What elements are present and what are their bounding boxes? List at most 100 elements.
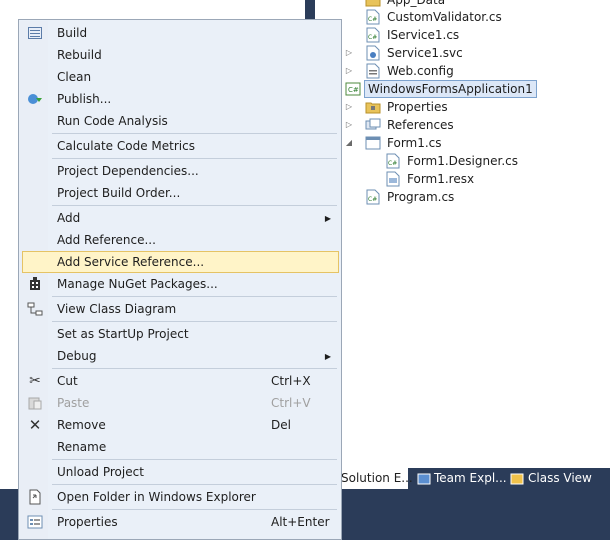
menu-item-label: View Class Diagram (57, 302, 177, 316)
folder-icon (365, 0, 381, 8)
menu-item-project-dependencies[interactable]: Project Dependencies... (22, 160, 339, 182)
menu-item-properties[interactable]: Properties Alt+Enter (22, 511, 339, 533)
references-icon (365, 117, 381, 133)
menu-item-label: Debug (57, 349, 97, 363)
tree-item-program[interactable]: C# Program.cs (365, 188, 457, 206)
submenu-arrow-icon: ▶ (324, 213, 331, 223)
team-explorer-icon (417, 471, 431, 487)
tree-item-label: Form1.resx (407, 172, 475, 186)
submenu-arrow-icon: ▶ (324, 351, 331, 361)
menu-item-shortcut: Alt+Enter (271, 515, 330, 529)
menu-item-shortcut: Ctrl+V (271, 396, 311, 410)
tree-item-form1[interactable]: ◢ Form1.cs (343, 134, 445, 152)
menu-item-shortcut: Del (271, 418, 291, 432)
menu-item-set-startup[interactable]: Set as StartUp Project (22, 323, 339, 345)
svg-text:C#: C# (368, 16, 377, 23)
tree-item-label: Web.config (387, 64, 454, 78)
cs-file-icon: C# (365, 27, 381, 43)
menu-item-add-reference[interactable]: Add Reference... (22, 229, 339, 251)
nuget-icon (22, 273, 48, 295)
tab-label: Team Expl... (434, 471, 507, 485)
menu-item-view-class-diagram[interactable]: View Class Diagram (22, 298, 339, 320)
menu-item-label: Clean (57, 70, 92, 84)
tree-item-label: Form1.Designer.cs (407, 154, 518, 168)
expand-arrow-icon[interactable]: ▷ (343, 44, 355, 62)
menu-item-shortcut: Ctrl+X (271, 374, 311, 388)
menu-item-project-build-order[interactable]: Project Build Order... (22, 182, 339, 204)
expand-arrow-icon[interactable]: ▷ (343, 116, 355, 134)
tree-item-customvalidator[interactable]: C# CustomValidator.cs (365, 8, 505, 26)
properties-icon (22, 511, 48, 533)
menu-item-label: Publish... (57, 92, 112, 106)
menu-item-cut[interactable]: ✂ Cut Ctrl+X (22, 370, 339, 392)
menu-item-label: Properties (57, 515, 118, 529)
tree-item-form1-resx[interactable]: Form1.resx (385, 170, 477, 188)
tree-item-label: CustomValidator.cs (387, 10, 502, 24)
menu-item-debug[interactable]: Debug ▶ (22, 345, 339, 367)
open-folder-icon (22, 486, 48, 508)
menu-separator (52, 133, 337, 134)
tree-item-properties[interactable]: ▷ Properties (343, 98, 451, 116)
menu-separator (52, 368, 337, 369)
menu-item-open-folder[interactable]: Open Folder in Windows Explorer (22, 486, 339, 508)
resx-file-icon (385, 171, 401, 187)
menu-item-label: Unload Project (57, 465, 144, 479)
menu-item-label: Paste (57, 396, 90, 410)
menu-item-calculate-code-metrics[interactable]: Calculate Code Metrics (22, 135, 339, 157)
cs-file-icon: C# (365, 9, 381, 25)
collapse-arrow-icon[interactable]: ◢ (343, 134, 355, 152)
menu-item-add[interactable]: Add ▶ (22, 207, 339, 229)
svg-text:C#: C# (348, 86, 359, 94)
class-diagram-icon (22, 298, 48, 320)
tree-item-label: References (387, 118, 454, 132)
properties-folder-icon (365, 99, 381, 115)
expand-arrow-icon[interactable]: ▷ (343, 98, 355, 116)
svg-text:C#: C# (388, 160, 397, 167)
svg-text:C#: C# (368, 34, 377, 41)
menu-item-rebuild[interactable]: Rebuild (22, 44, 339, 66)
menu-item-publish[interactable]: Publish... (22, 88, 339, 110)
cs-file-icon: C# (365, 189, 381, 205)
form-file-icon (365, 135, 381, 151)
menu-item-label: Rename (57, 440, 107, 454)
publish-icon (22, 88, 48, 110)
cs-file-icon: C# (385, 153, 401, 169)
class-view-icon (509, 471, 525, 487)
menu-item-label: Add Reference... (57, 233, 156, 247)
solution-explorer-panel: App_Data C# CustomValidator.cs C# IServi… (315, 0, 610, 468)
tool-window-tabs: Solution E... Team Expl... Class View (315, 468, 610, 489)
menu-item-run-code-analysis[interactable]: Run Code Analysis (22, 110, 339, 132)
tree-item-label: Service1.svc (387, 46, 463, 60)
build-icon (22, 22, 48, 44)
menu-item-build[interactable]: Build (22, 22, 339, 44)
tree-item-references[interactable]: ▷ References (343, 116, 457, 134)
tree-item-form1-designer[interactable]: C# Form1.Designer.cs (385, 152, 521, 170)
menu-item-remove[interactable]: ✕ Remove Del (22, 414, 339, 436)
menu-item-label: Add (57, 211, 81, 225)
menu-item-rename[interactable]: Rename (22, 436, 339, 458)
tree-item-project[interactable]: C# WindowsFormsApplication1 (345, 80, 537, 98)
menu-item-add-service-reference[interactable]: Add Service Reference... (22, 251, 339, 273)
menu-separator (52, 321, 337, 322)
menu-separator (52, 158, 337, 159)
tree-item-iservice1[interactable]: C# IService1.cs (365, 26, 462, 44)
menu-separator (52, 509, 337, 510)
menu-item-label: Manage NuGet Packages... (57, 277, 218, 291)
tree-item-web-config[interactable]: ▷ Web.config (343, 62, 457, 80)
menu-separator (52, 484, 337, 485)
config-file-icon (365, 63, 381, 79)
expand-arrow-icon[interactable]: ▷ (343, 62, 355, 80)
delete-x-icon: ✕ (28, 416, 42, 434)
menu-item-label: Open Folder in Windows Explorer (57, 490, 256, 504)
tab-class-view[interactable]: Class View (505, 468, 595, 489)
menu-item-unload-project[interactable]: Unload Project (22, 461, 339, 483)
tab-label: Class View (528, 471, 592, 485)
menu-item-label: Calculate Code Metrics (57, 139, 195, 153)
tab-team-explorer[interactable]: Team Expl... (413, 468, 507, 489)
menu-item-manage-nuget[interactable]: Manage NuGet Packages... (22, 273, 339, 295)
menu-item-paste[interactable]: Paste Ctrl+V (22, 392, 339, 414)
context-menu: Build Rebuild Clean Publish... Run Code … (18, 19, 342, 540)
menu-item-label: Cut (57, 374, 78, 388)
tree-item-service1-svc[interactable]: ▷ Service1.svc (343, 44, 466, 62)
menu-item-clean[interactable]: Clean (22, 66, 339, 88)
